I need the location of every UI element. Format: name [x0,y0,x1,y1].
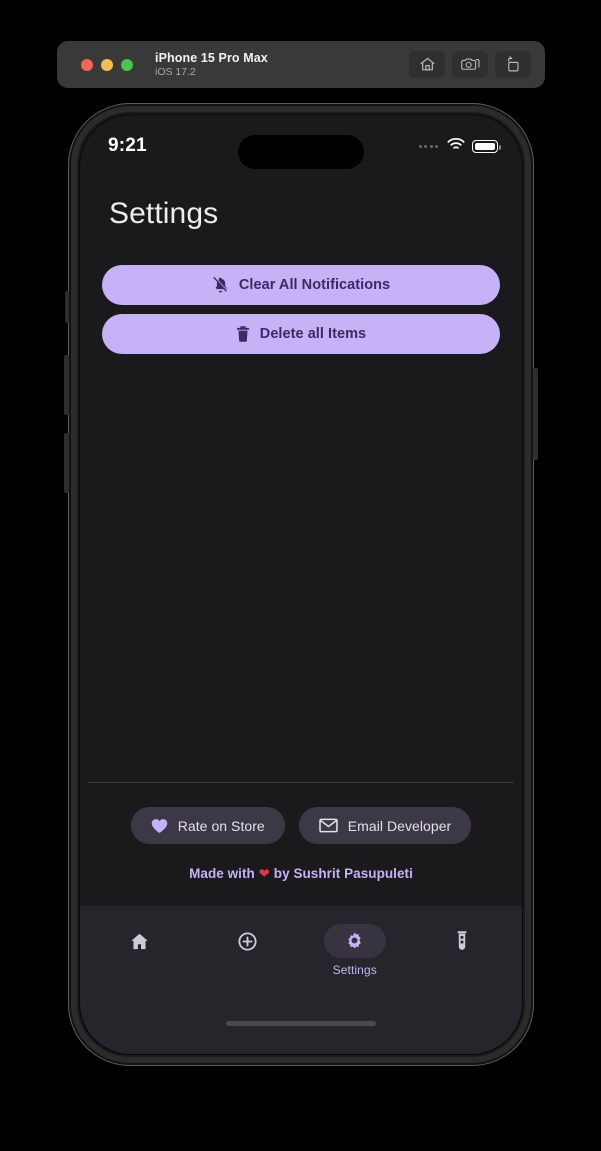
simulator-title-group: iPhone 15 Pro Max iOS 17.2 [155,51,268,78]
simulator-os-version: iOS 17.2 [155,66,196,79]
credit-prefix: Made with [189,866,259,881]
dynamic-island [238,135,364,169]
device-screen: 9:21 Settings Clear All Notifications De… [80,115,522,1054]
credit-heart-icon: ❤ [258,866,270,881]
power-button[interactable] [533,368,538,460]
page-title: Settings [109,197,219,230]
tab-settings[interactable]: Settings [301,924,409,977]
simulator-device-name: iPhone 15 Pro Max [155,50,268,65]
simulator-rotate-button[interactable] [495,51,531,78]
plus-circle-icon [237,931,258,952]
rate-on-store-label: Rate on Store [177,817,265,834]
battery-icon [472,139,501,153]
clear-all-notifications-label: Clear All Notifications [238,277,391,293]
simulator-toolbar [409,51,531,78]
tab-home[interactable] [86,924,194,963]
trash-icon [236,325,250,343]
window-traffic-lights [81,58,133,71]
simulator-home-button[interactable] [409,51,445,78]
tab-settings-pill [323,924,386,958]
tab-add-pill [216,924,278,958]
simulator-title-bar: iPhone 15 Pro Max iOS 17.2 [57,41,545,88]
gear-icon [344,931,365,952]
clear-all-notifications-button[interactable]: Clear All Notifications [102,265,500,305]
footer-links-group: Rate on Store Email Developer [80,783,522,844]
settings-actions-group: Clear All Notifications Delete all Items [80,231,522,354]
delete-all-items-label: Delete all Items [259,326,367,342]
window-zoom-button[interactable] [121,58,133,71]
credit-suffix: by Sushrit Pasupuleti [270,866,413,881]
screenshot-root: iPhone 15 Pro Max iOS 17.2 9:21 Settings… [0,0,601,1151]
status-bar-indicators [418,131,501,156]
iphone-device-frame: 9:21 Settings Clear All Notifications De… [64,103,538,1066]
silent-switch-button[interactable] [65,291,69,323]
tab-settings-label: Settings [332,963,377,977]
tab-lab-pill [431,924,493,958]
home-icon [129,931,150,952]
window-close-button[interactable] [81,58,93,71]
tab-lab[interactable] [409,924,517,963]
tab-add[interactable] [194,924,302,963]
ios-status-bar: 9:21 [80,115,522,171]
made-with-credit: Made with ❤ by Sushrit Pasupuleti [80,844,522,882]
volume-up-button[interactable] [64,355,69,415]
signal-dots-icon [418,144,438,148]
volume-down-button[interactable] [64,433,69,493]
envelope-icon [319,818,338,833]
test-tube-icon [452,930,472,952]
simulator-screenshot-button[interactable] [452,51,488,78]
home-indicator[interactable] [226,1021,376,1026]
screenshot-camera-icon [460,56,480,73]
wifi-icon [447,137,465,156]
bottom-tab-bar: Settings [80,906,522,1054]
heart-icon [151,818,168,834]
email-developer-button[interactable]: Email Developer [298,807,472,844]
window-minimize-button[interactable] [101,58,113,71]
rotate-icon [505,56,521,73]
email-developer-label: Email Developer [347,817,452,834]
delete-all-items-button[interactable]: Delete all Items [102,314,500,354]
tab-home-pill [109,924,171,958]
bell-slash-icon [212,276,229,294]
rate-on-store-button[interactable]: Rate on Store [130,807,285,844]
status-bar-time: 9:21 [108,135,147,156]
home-icon [419,56,436,73]
